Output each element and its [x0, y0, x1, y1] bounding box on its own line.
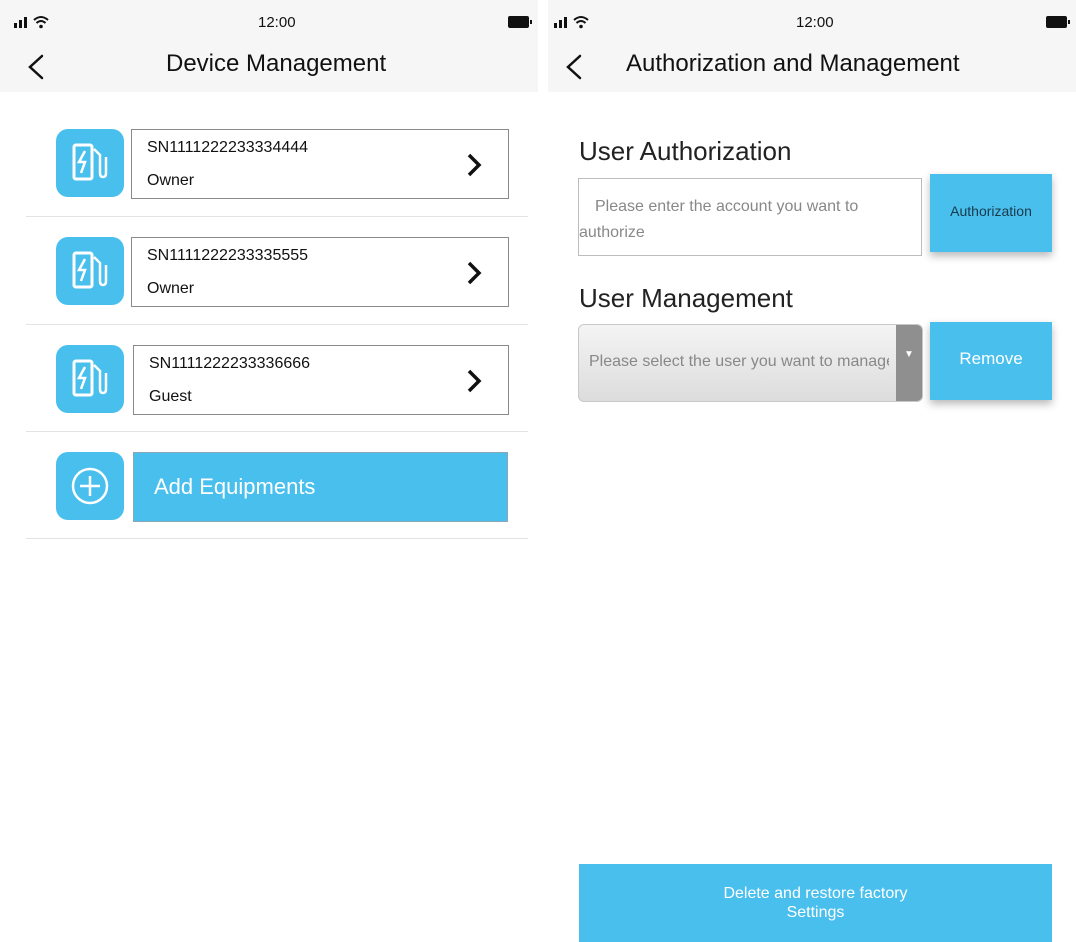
- user-select[interactable]: Please select the user you want to manag…: [578, 324, 923, 402]
- user-management-heading: User Management: [579, 283, 793, 313]
- device-management-screen: 12:00 Device Management SN11112222333344…: [0, 0, 538, 942]
- device-card[interactable]: SN1111222233334444 Owner: [131, 129, 509, 199]
- device-role: Owner: [147, 172, 195, 189]
- list-item: SN1111222233336666 Guest: [26, 325, 528, 432]
- device-card[interactable]: SN1111222233336666 Guest: [133, 345, 509, 415]
- user-select-placeholder: Please select the user you want to manag…: [589, 353, 889, 370]
- charging-station-icon: [56, 129, 124, 197]
- nav-bar: Authorization and Management: [548, 44, 1076, 92]
- status-time: 12:00: [258, 14, 296, 31]
- device-role: Owner: [147, 280, 195, 297]
- chevron-right-icon: [467, 369, 482, 393]
- charging-station-icon: [56, 345, 124, 413]
- factory-reset-button[interactable]: Delete and restore factory Settings: [579, 864, 1052, 942]
- factory-reset-label-line1: Delete and restore factory: [723, 885, 908, 902]
- charging-station-icon: [56, 237, 124, 305]
- chevron-right-icon: [467, 153, 482, 177]
- page-title: Device Management: [166, 50, 387, 77]
- back-icon[interactable]: [562, 48, 590, 86]
- nav-bar: Device Management: [0, 44, 538, 92]
- back-icon[interactable]: [24, 48, 52, 86]
- page-title: Authorization and Management: [626, 50, 960, 77]
- divider: [26, 538, 528, 539]
- add-circle-icon[interactable]: [56, 452, 124, 520]
- list-item: SN1111222233334444 Owner: [26, 110, 528, 217]
- device-serial: SN1111222233334444: [147, 139, 309, 156]
- device-role: Guest: [149, 388, 192, 405]
- authorization-management-screen: 12:00 Authorization and Management User …: [548, 0, 1076, 942]
- remove-button[interactable]: Remove: [930, 322, 1052, 400]
- signal-icon: [554, 16, 589, 29]
- account-input-placeholder-cont: authorize: [579, 224, 645, 241]
- authorization-button[interactable]: Authorization: [930, 174, 1052, 252]
- device-serial: SN1111222233336666: [149, 355, 311, 372]
- add-equipment-button[interactable]: Add Equipments: [133, 452, 508, 522]
- list-item: SN1111222233335555 Owner: [26, 218, 528, 325]
- user-authorization-heading: User Authorization: [579, 136, 792, 166]
- status-bar: 12:00: [548, 0, 1076, 44]
- signal-icon: [14, 16, 49, 29]
- device-card[interactable]: SN1111222233335555 Owner: [131, 237, 509, 307]
- status-time: 12:00: [796, 14, 834, 31]
- status-bar: 12:00: [0, 0, 538, 44]
- factory-reset-label-line2: Settings: [786, 904, 845, 921]
- chevron-right-icon: [467, 261, 482, 285]
- account-input-placeholder: Please enter the account you want to: [595, 198, 859, 215]
- dropdown-arrow-icon: ▼: [896, 325, 922, 401]
- device-serial: SN1111222233335555: [147, 247, 309, 264]
- battery-icon: [508, 16, 532, 28]
- account-input[interactable]: Please enter the account you want to aut…: [578, 178, 922, 256]
- battery-icon: [1046, 16, 1070, 28]
